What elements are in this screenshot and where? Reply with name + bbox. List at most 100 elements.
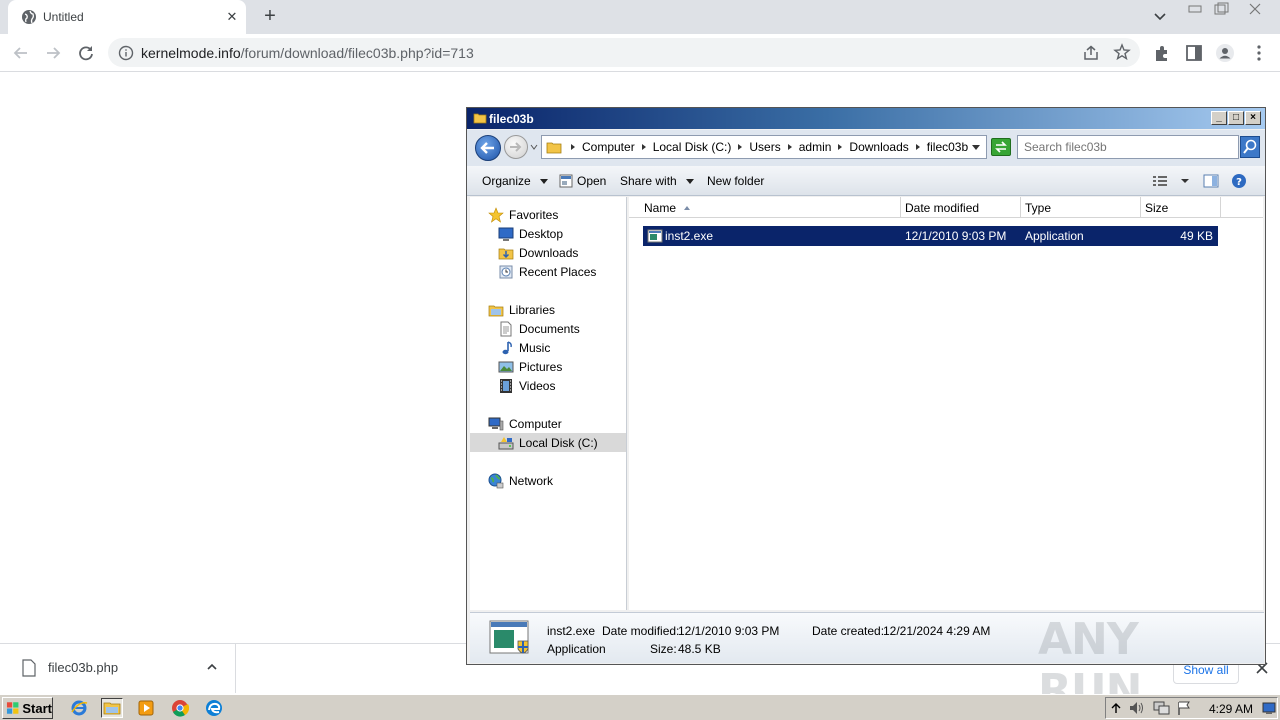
breadcrumb-separator-icon[interactable]	[787, 144, 792, 150]
media-player-icon	[138, 700, 154, 716]
nav-desktop[interactable]: Desktop	[498, 224, 563, 243]
nav-pictures[interactable]: Pictures	[498, 357, 562, 376]
refresh-button[interactable]	[991, 138, 1011, 156]
help-icon[interactable]: ?	[1231, 173, 1247, 189]
address-bar[interactable]: kernelmode.info/forum/download/filec03b.…	[108, 38, 1140, 67]
explorer-command-bar: Organize Open Share with New folder ?	[467, 166, 1265, 196]
column-date-label: Date modified	[905, 201, 980, 215]
bookmark-star-icon[interactable]	[1113, 43, 1131, 61]
side-panel-icon[interactable]	[1184, 43, 1204, 63]
breadcrumb-downloads[interactable]: Downloads	[849, 140, 912, 154]
breadcrumb-local-disk[interactable]: Local Disk (C:)	[653, 140, 736, 154]
minimize-icon[interactable]	[1184, 2, 1206, 16]
breadcrumb-separator-icon[interactable]	[738, 144, 743, 150]
svg-text:?: ?	[1236, 177, 1242, 188]
recent-pages-dropdown-icon[interactable]	[530, 143, 538, 151]
details-type: Application	[547, 642, 606, 656]
nav-downloads[interactable]: Downloads	[498, 243, 578, 262]
preview-pane-icon[interactable]	[1203, 173, 1219, 189]
breadcrumb-separator-icon[interactable]	[915, 144, 920, 150]
nav-label: Music	[519, 340, 551, 355]
explorer-address-bar[interactable]: Computer Local Disk (C:) Users admin Dow…	[541, 135, 987, 159]
share-with-button[interactable]: Share with	[620, 174, 694, 188]
nav-network[interactable]: Network	[488, 471, 553, 490]
explorer-forward-button[interactable]	[504, 135, 528, 159]
nav-music[interactable]: Music	[498, 338, 550, 357]
taskbar-chrome[interactable]	[169, 698, 191, 718]
file-icon	[22, 659, 36, 677]
start-button[interactable]: Start	[2, 697, 53, 719]
nav-label: Favorites	[509, 207, 559, 222]
extensions-puzzle-icon[interactable]	[1152, 43, 1172, 63]
breadcrumb-separator-icon[interactable]	[571, 144, 575, 150]
column-type[interactable]: Type	[1021, 197, 1141, 218]
site-info-icon[interactable]	[118, 45, 134, 61]
column-date-modified[interactable]: Date modified	[901, 197, 1021, 218]
column-name[interactable]: Name	[639, 197, 901, 218]
breadcrumb-separator-icon[interactable]	[838, 144, 843, 150]
file-type: Application	[1025, 229, 1084, 243]
menu-kebab-icon[interactable]	[1249, 43, 1269, 63]
nav-favorites[interactable]: Favorites	[488, 205, 558, 224]
tab-search-chevron-icon[interactable]	[1150, 8, 1170, 26]
explorer-close-button[interactable]: ×	[1245, 111, 1261, 125]
search-button[interactable]	[1240, 136, 1260, 158]
file-row[interactable]: inst2.exe 12/1/2010 9:03 PM Application …	[643, 226, 1218, 246]
explorer-search-box[interactable]	[1017, 135, 1239, 159]
star-icon	[488, 206, 504, 223]
explorer-maximize-button[interactable]: □	[1228, 111, 1244, 125]
reload-icon[interactable]	[75, 42, 97, 64]
volume-speaker-icon[interactable]	[1128, 700, 1146, 716]
network-status-icon[interactable]	[1152, 700, 1170, 716]
tab-close-icon[interactable]: ✕	[223, 8, 241, 26]
new-tab-button[interactable]: +	[258, 5, 282, 29]
window-close-icon[interactable]	[1244, 2, 1266, 16]
chevron-up-icon[interactable]	[205, 660, 219, 674]
breadcrumb-separator-icon[interactable]	[641, 144, 646, 150]
column-size-label: Size	[1145, 201, 1169, 215]
search-input[interactable]	[1024, 140, 1224, 154]
forward-arrow-icon	[510, 142, 522, 152]
view-options-chevron-down-icon[interactable]	[1177, 173, 1193, 189]
nav-local-disk[interactable]: Local Disk (C:)	[470, 433, 626, 452]
new-folder-button[interactable]: New folder	[707, 174, 764, 188]
forward-arrow-icon[interactable]	[42, 42, 64, 64]
taskbar-edge[interactable]	[203, 698, 225, 718]
restore-icon[interactable]	[1210, 2, 1232, 16]
column-size[interactable]: Size	[1141, 197, 1221, 218]
show-desktop-icon[interactable]	[1262, 701, 1276, 715]
open-button[interactable]: Open	[559, 174, 606, 188]
breadcrumb-users[interactable]: Users	[749, 140, 784, 154]
tray-expand-arrow-icon[interactable]	[1110, 701, 1122, 715]
explorer-minimize-button[interactable]: _	[1211, 111, 1227, 125]
address-history-dropdown-icon[interactable]	[972, 145, 980, 150]
nav-libraries[interactable]: Libraries	[488, 300, 555, 319]
profile-avatar-icon[interactable]	[1215, 43, 1235, 63]
share-icon[interactable]	[1082, 44, 1100, 62]
back-arrow-icon[interactable]	[10, 42, 32, 64]
breadcrumb-filec03b[interactable]: filec03b	[927, 140, 972, 154]
taskbar-explorer[interactable]	[101, 698, 123, 718]
taskbar-internet-explorer[interactable]	[68, 698, 90, 718]
nav-computer[interactable]: Computer	[488, 414, 562, 433]
taskbar-media-player[interactable]	[135, 698, 157, 718]
nav-videos[interactable]: Videos	[498, 376, 555, 395]
tab-title: Untitled	[43, 10, 84, 24]
taskbar: Start 4:29 AM	[0, 694, 1280, 720]
nav-documents[interactable]: Documents	[498, 319, 580, 338]
taskbar-clock[interactable]: 4:29 AM	[1209, 702, 1253, 716]
refresh-arrows-icon	[995, 141, 1007, 153]
organize-button[interactable]: Organize	[482, 174, 548, 188]
download-item[interactable]: filec03b.php	[0, 644, 236, 693]
start-label: Start	[22, 700, 52, 716]
explorer-title-bar[interactable]: filec03b _ □ ×	[467, 108, 1265, 129]
browser-tab[interactable]: Untitled ✕	[8, 0, 246, 34]
breadcrumb-admin[interactable]: admin	[799, 140, 836, 154]
action-center-flag-icon[interactable]	[1176, 700, 1192, 716]
breadcrumb-computer[interactable]: Computer	[582, 140, 639, 154]
nav-recent-places[interactable]: Recent Places	[498, 262, 596, 281]
change-view-icon[interactable]	[1152, 173, 1168, 189]
explorer-back-button[interactable]	[475, 135, 501, 161]
folder-icon	[473, 113, 487, 124]
nav-label: Documents	[519, 321, 580, 336]
